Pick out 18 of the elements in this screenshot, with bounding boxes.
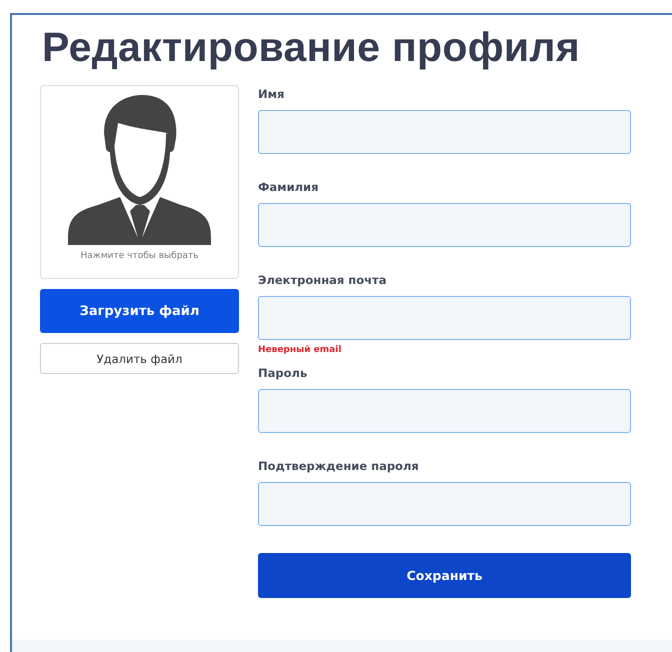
avatar-icon [68,93,211,245]
field-label: Пароль [258,366,308,381]
input-field[interactable] [258,389,631,433]
input-field[interactable] [258,110,631,154]
page-title: Редактирование профиля [42,23,581,71]
field-label: Имя [258,87,286,102]
delete-button[interactable]: Удалить файл [40,343,239,374]
avatar-picker[interactable]: Нажмите чтобы выбрать [40,85,239,279]
field-label: Фамилия [258,180,320,195]
save-button[interactable]: Сохранить [258,553,631,598]
error-message: Неверный email [258,345,342,355]
field-label: Электронная почта [258,273,388,288]
field-label: Подтверждение пароля [258,459,420,474]
input-field[interactable] [258,296,631,340]
avatar-hint: Нажмите чтобы выбрать [80,251,198,261]
input-field[interactable] [258,203,631,247]
input-field[interactable] [258,482,631,526]
upload-button[interactable]: Загрузить файл [40,289,239,333]
